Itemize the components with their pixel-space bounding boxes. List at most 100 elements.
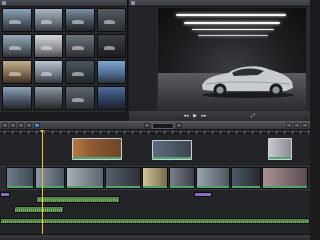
library-icon[interactable] (2, 1, 6, 5)
ruler-tick (164, 131, 165, 134)
ruler-tick (52, 131, 53, 134)
forward-icon[interactable]: ▸▸ (202, 113, 207, 119)
timeline[interactable] (0, 130, 310, 240)
storyline-clip[interactable] (105, 167, 141, 189)
storyline-clip[interactable] (6, 167, 34, 189)
edit-tool-button[interactable] (144, 123, 150, 128)
ruler-tick (236, 131, 237, 134)
storyline-clip[interactable] (231, 167, 261, 189)
enhance-button[interactable] (26, 123, 32, 128)
ruler-tick (92, 131, 93, 134)
main-toolbar (0, 121, 310, 130)
ruler-tick (172, 131, 173, 134)
clip-thumbnail[interactable] (33, 60, 63, 84)
fullscreen-icon[interactable]: ⤢ (251, 113, 256, 119)
clip-thumbnail[interactable] (2, 34, 32, 58)
clip-thumbnail[interactable] (96, 60, 126, 84)
ruler-tick (228, 131, 229, 134)
play-icon[interactable]: ▶ (193, 113, 198, 119)
ruler-tick (44, 131, 45, 134)
clip-thumbnail[interactable] (65, 8, 95, 32)
connected-clip[interactable] (152, 140, 192, 160)
audio-meter-button[interactable] (176, 123, 182, 128)
ruler-tick (196, 131, 197, 134)
clip-thumbnail[interactable] (2, 8, 32, 32)
ruler-tick (276, 131, 277, 134)
ruler-tick (108, 131, 109, 134)
ruler-tick (148, 131, 149, 134)
clip-thumbnail[interactable] (65, 60, 95, 84)
clip-thumbnail[interactable] (2, 60, 32, 84)
ruler-tick (292, 131, 293, 134)
ruler-tick (68, 131, 69, 134)
event-browser-header (0, 0, 127, 7)
clip-thumbnail[interactable] (96, 8, 126, 32)
timeline-ruler[interactable] (0, 130, 310, 134)
ruler-tick (204, 131, 205, 134)
clip-thumbnail-grid (2, 8, 126, 110)
ruler-tick (308, 131, 309, 134)
viewer-menu-icon[interactable] (131, 1, 135, 5)
clip-thumbnail[interactable] (65, 86, 95, 110)
import-button[interactable] (2, 123, 8, 128)
ruler-tick (84, 131, 85, 134)
ruler-tick (100, 131, 101, 134)
viewer: ◂◂ ▶ ▸▸ ⤢ (129, 0, 310, 121)
clip-thumbnail[interactable] (96, 86, 126, 110)
timecode-display[interactable] (152, 122, 174, 129)
ruler-tick (76, 131, 77, 134)
clip-thumbnail[interactable] (2, 86, 32, 110)
ceiling-light (184, 22, 280, 24)
ruler-tick (268, 131, 269, 134)
viewer-sidebar (129, 8, 157, 111)
storyline-clip[interactable] (142, 167, 168, 189)
ruler-tick (300, 131, 301, 134)
ruler-tick (12, 131, 13, 134)
clip-thumbnail[interactable] (96, 34, 126, 58)
playhead[interactable] (40, 130, 44, 240)
keyword-button[interactable] (10, 123, 16, 128)
music-track[interactable] (0, 218, 310, 224)
title-clip[interactable] (194, 192, 212, 197)
storyline-clip[interactable] (66, 167, 104, 189)
storyline-clip[interactable] (35, 167, 65, 189)
car-image (202, 66, 294, 98)
ruler-tick (252, 131, 253, 134)
analyze-button[interactable] (18, 123, 24, 128)
clip-thumbnail[interactable] (65, 34, 95, 58)
ceiling-light (176, 14, 286, 16)
connect-clip-button[interactable] (34, 123, 40, 128)
title-clip[interactable] (0, 192, 10, 197)
storyline-clip[interactable] (262, 167, 308, 189)
event-browser (0, 0, 128, 112)
ceiling-light (192, 29, 274, 30)
ruler-tick (116, 131, 117, 134)
connected-clip[interactable] (72, 138, 122, 160)
ruler-tick (180, 131, 181, 134)
ruler-tick (20, 131, 21, 134)
audio-clip[interactable] (36, 196, 120, 203)
clip-thumbnail[interactable] (33, 34, 63, 58)
share-button[interactable] (302, 123, 308, 128)
ruler-tick (4, 131, 5, 134)
ruler-tick (244, 131, 245, 134)
ruler-tick (156, 131, 157, 134)
effects-button[interactable] (294, 123, 300, 128)
ruler-tick (188, 131, 189, 134)
audio-clip[interactable] (14, 206, 64, 213)
storyline-clip[interactable] (169, 167, 195, 189)
ruler-tick (132, 131, 133, 134)
storyline-clip[interactable] (196, 167, 230, 189)
ruler-tick (284, 131, 285, 134)
ruler-tick (212, 131, 213, 134)
ruler-tick (28, 131, 29, 134)
ceiling-light (198, 35, 268, 36)
rewind-icon[interactable]: ◂◂ (184, 113, 189, 119)
inspector-button[interactable] (286, 123, 292, 128)
connected-clip[interactable] (268, 138, 292, 160)
clip-thumbnail[interactable] (33, 86, 63, 110)
ruler-tick (60, 131, 61, 134)
ruler-tick (220, 131, 221, 134)
viewer-transport: ◂◂ ▶ ▸▸ ⤢ (129, 111, 310, 121)
clip-thumbnail[interactable] (33, 8, 63, 32)
